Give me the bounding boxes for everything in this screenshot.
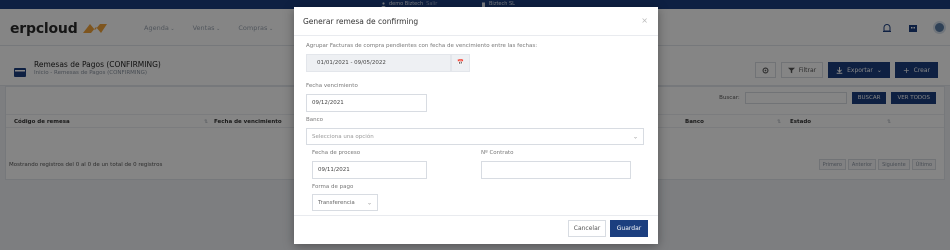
modal-title: Generar remesa de confirming xyxy=(303,17,419,26)
forma-pago-select[interactable]: Transferencia ⌄ xyxy=(312,194,378,211)
banco-select[interactable]: Selecciona una opción ⌄ xyxy=(306,128,644,145)
fecha-vencimiento-label: Fecha vencimiento xyxy=(306,83,358,89)
contrato-label: Nº Contrato xyxy=(481,150,514,156)
banco-placeholder: Selecciona una opción xyxy=(312,133,374,140)
modal-divider xyxy=(294,35,658,36)
fecha-vencimiento-input[interactable]: 09/12/2021 xyxy=(306,94,427,112)
chevron-down-icon: ⌄ xyxy=(632,133,638,140)
fecha-proceso-label: Fecha de proceso xyxy=(312,150,361,156)
banco-label: Banco xyxy=(306,117,324,123)
chevron-down-icon: ⌄ xyxy=(366,199,372,206)
group-label: Agrupar Facturas de compra pendientes co… xyxy=(306,43,538,49)
forma-pago-value: Transferencia xyxy=(318,199,355,206)
cancel-button[interactable]: Cancelar xyxy=(568,220,606,237)
modal-footer-divider xyxy=(294,215,658,216)
contrato-input[interactable] xyxy=(481,161,631,179)
calendar-icon[interactable]: 📅 xyxy=(451,54,470,72)
confirming-modal: Generar remesa de confirming × Agrupar F… xyxy=(294,7,658,244)
close-icon[interactable]: × xyxy=(641,16,648,25)
forma-pago-label: Forma de pago xyxy=(312,184,354,190)
fecha-proceso-input[interactable]: 09/11/2021 xyxy=(312,161,427,179)
date-range-input[interactable]: 01/01/2021 - 09/05/2022 xyxy=(306,54,451,72)
save-button[interactable]: Guardar xyxy=(610,220,648,237)
